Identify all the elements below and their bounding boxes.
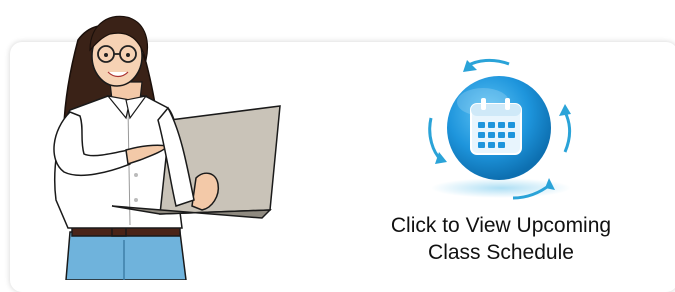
cta-line-1: Click to View Upcoming bbox=[390, 214, 612, 237]
calendar-icon bbox=[470, 98, 522, 155]
woman-with-laptop-illustration bbox=[53, 15, 281, 280]
calendar-schedule-icon[interactable] bbox=[405, 48, 595, 208]
cta-line-2: Class Schedule bbox=[428, 241, 574, 264]
view-schedule-link[interactable]: Click to View Upcoming Class Schedule bbox=[336, 212, 666, 266]
